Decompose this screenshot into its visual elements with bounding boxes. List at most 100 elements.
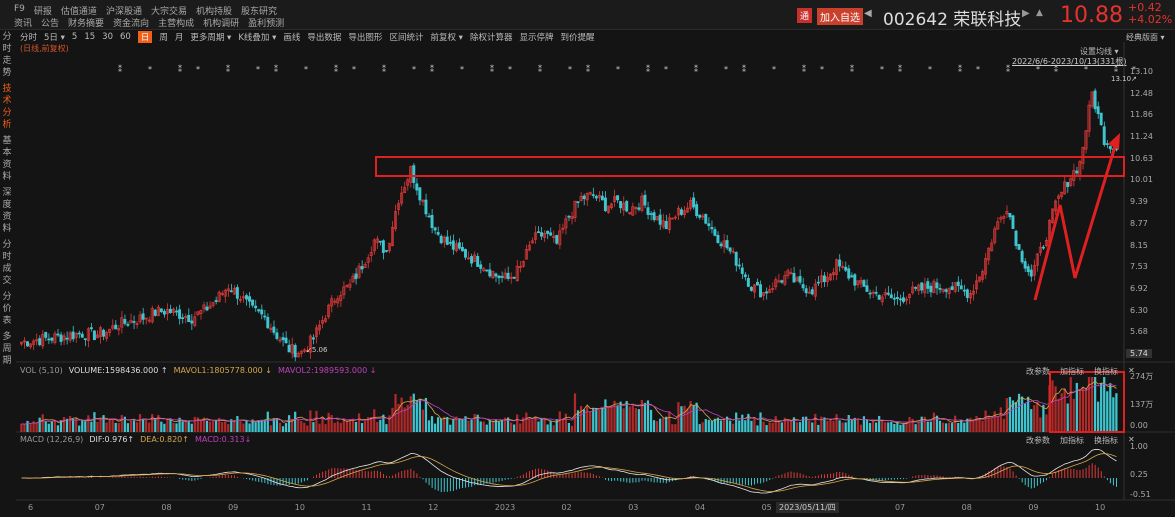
- change-params-button[interactable]: 改参数: [1026, 366, 1050, 377]
- volume-bar: [491, 420, 494, 432]
- resistance-box: [375, 156, 1125, 177]
- candle: [664, 221, 668, 230]
- volume-bar: [525, 412, 528, 432]
- volume-bar: [1005, 398, 1009, 432]
- candle: [698, 214, 702, 218]
- candle: [59, 334, 63, 342]
- vol-axis-label: 274万: [1130, 372, 1154, 381]
- candle: [1020, 250, 1024, 263]
- volume-bar: [391, 407, 394, 432]
- price-axis-label: 5.68: [1130, 327, 1148, 337]
- month-label: 6: [28, 503, 34, 512]
- candle: [798, 276, 802, 283]
- vol-name: VOL (5,10): [20, 366, 63, 375]
- volume-bar: [862, 416, 866, 432]
- candle: [1023, 261, 1027, 269]
- volume-bar: [184, 420, 187, 432]
- volume-bar: [966, 418, 969, 432]
- low-label: ↙5.06: [306, 346, 328, 354]
- price-axis-label: 11.24: [1130, 132, 1153, 142]
- volume-bar: [871, 421, 875, 432]
- switch-indicator-button[interactable]: 换指标: [1094, 366, 1118, 377]
- volume-bar: [254, 422, 257, 432]
- candle: [229, 290, 233, 293]
- candle: [844, 266, 848, 271]
- candle: [546, 230, 550, 234]
- volume-bar: [470, 419, 473, 432]
- candle: [506, 272, 510, 279]
- volume-bar: [306, 425, 309, 432]
- volume-bar: [485, 424, 488, 432]
- event-marker-icon: ⁑: [958, 63, 962, 74]
- volume-bar: [41, 414, 44, 432]
- candle: [716, 234, 720, 244]
- volume-bar: [659, 418, 662, 432]
- candle: [707, 223, 711, 227]
- add-indicator-button[interactable]: 加指标: [1060, 435, 1084, 446]
- volume-bar: [96, 421, 99, 432]
- candle: [600, 195, 604, 201]
- volume-bar: [278, 422, 282, 432]
- candle: [679, 209, 683, 215]
- volume-bar: [701, 422, 704, 432]
- volume-bar: [1109, 383, 1112, 432]
- volume-bar: [1030, 409, 1033, 432]
- volume-bar: [622, 408, 625, 432]
- change-params-button[interactable]: 改参数: [1026, 435, 1050, 446]
- month-label: 2023: [494, 503, 516, 512]
- event-marker-icon: *: [352, 65, 356, 74]
- volume-bar: [744, 420, 747, 432]
- volume-bar: [686, 408, 689, 432]
- price-axis-label: 9.39: [1130, 197, 1148, 207]
- volume-bar: [1093, 377, 1097, 432]
- volume-bar: [762, 421, 765, 432]
- candle: [914, 287, 918, 289]
- macd-axis-label: 0.25: [1130, 470, 1148, 479]
- volume-bar: [874, 422, 878, 432]
- candle: [65, 337, 69, 340]
- switch-indicator-button[interactable]: 换指标: [1094, 435, 1118, 446]
- candle: [603, 197, 607, 212]
- candle: [746, 278, 750, 287]
- dif-line: [21, 449, 1117, 494]
- event-marker-icon: ⁑: [226, 63, 230, 74]
- event-marker-icon: ⁑: [538, 63, 542, 74]
- candle: [1017, 244, 1021, 250]
- add-indicator-button[interactable]: 加指标: [1060, 366, 1084, 377]
- event-marker-icon: ⁑: [118, 63, 122, 74]
- candle: [576, 201, 580, 203]
- volume-bar: [440, 418, 443, 432]
- candle: [89, 327, 93, 330]
- volume-bar: [1090, 377, 1094, 432]
- volume-bar: [893, 423, 896, 432]
- volume-bar: [954, 415, 957, 432]
- candle: [470, 256, 474, 264]
- volume-bar: [467, 420, 470, 432]
- event-marker-icon: ⁑: [898, 63, 902, 74]
- macd-value: MACD:0.313↓: [194, 435, 252, 444]
- event-marker-icon: *: [928, 65, 932, 74]
- volume-bar: [683, 405, 686, 432]
- volume-bar: [1072, 398, 1075, 432]
- vol-legend: VOL (5,10) VOLUME:1598436.000 ↑ MAVOL1:1…: [20, 366, 376, 375]
- event-marker-icon: ⁑: [1006, 63, 1010, 74]
- candle: [938, 287, 942, 290]
- candle: [26, 341, 29, 347]
- volume-bar: [789, 420, 793, 432]
- candle: [901, 297, 905, 302]
- month-label: 04: [694, 503, 706, 512]
- volume-bar: [84, 421, 87, 432]
- candle: [838, 259, 842, 267]
- candle: [175, 310, 179, 313]
- volume-bar: [509, 422, 513, 432]
- volume-bar: [1054, 386, 1057, 432]
- volume-bar: [637, 409, 640, 432]
- volume-bar: [500, 420, 504, 432]
- event-marker-icon: ⁑: [646, 63, 650, 74]
- candle: [728, 247, 732, 252]
- volume-bar: [99, 419, 102, 432]
- volume-bar: [50, 421, 53, 432]
- volume-bar: [719, 420, 723, 432]
- mavol2-value: MAVOL2:1989593.000 ↓: [278, 366, 377, 375]
- volume-bar: [1081, 386, 1085, 432]
